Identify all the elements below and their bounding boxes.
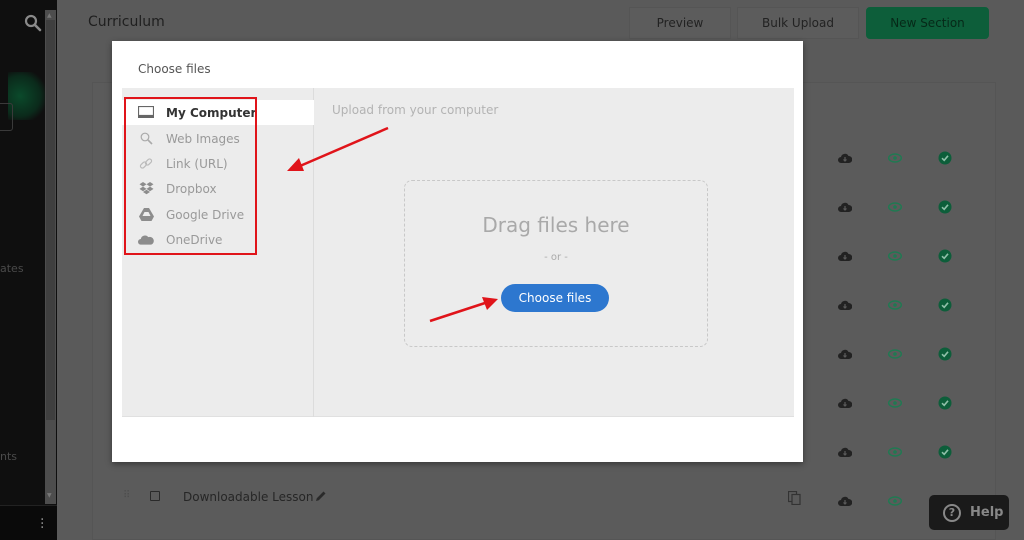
check-circle-icon[interactable] [938, 347, 952, 361]
cloud-download-icon[interactable] [838, 202, 852, 212]
check-circle-icon[interactable] [938, 445, 952, 459]
scroll-down-icon[interactable]: ▼ [47, 492, 52, 499]
eye-icon[interactable] [888, 447, 902, 457]
upload-hint: Upload from your computer [332, 103, 499, 117]
help-label: Help [970, 505, 1004, 520]
modal-title: Choose files [138, 62, 211, 76]
choose-files-button[interactable]: Choose files [501, 284, 609, 312]
upload-pane: Upload from your computer Drag files her… [315, 88, 794, 417]
cloud-download-icon[interactable] [838, 496, 852, 506]
annotation-highlight-box [124, 97, 257, 255]
cloud-download-icon[interactable] [838, 251, 852, 261]
sidebar-footer [0, 505, 57, 540]
page-title: Curriculum [88, 14, 165, 30]
edit-pencil-icon[interactable] [315, 490, 327, 502]
check-circle-icon[interactable] [938, 396, 952, 410]
bulk-upload-button[interactable]: Bulk Upload [737, 7, 859, 39]
left-sidebar: ates nts ▲ ▼ · · · [0, 0, 57, 540]
eye-icon[interactable] [888, 398, 902, 408]
lesson-name[interactable]: Downloadable Lesson [183, 490, 313, 504]
more-options-icon[interactable]: · · · [40, 513, 44, 535]
drag-files-text: Drag files here [482, 213, 630, 237]
cloud-download-icon[interactable] [838, 398, 852, 408]
lesson-row-actions [835, 396, 965, 412]
avatar-glow [8, 72, 48, 120]
lesson-row-actions [835, 151, 965, 167]
lesson-row-actions [835, 249, 965, 265]
check-circle-icon[interactable] [938, 151, 952, 165]
lesson-row-actions [835, 445, 965, 461]
lesson-checkbox[interactable] [150, 491, 160, 501]
sidebar-item-label[interactable]: nts [0, 450, 17, 463]
eye-icon[interactable] [888, 300, 902, 310]
preview-button[interactable]: Preview [629, 7, 731, 39]
cloud-download-icon[interactable] [838, 349, 852, 359]
sidebar-box[interactable] [0, 103, 13, 131]
cloud-download-icon[interactable] [838, 300, 852, 310]
sidebar-scroll-thumb[interactable] [46, 20, 55, 420]
check-circle-icon[interactable] [938, 200, 952, 214]
drop-zone[interactable]: Drag files here - or - Choose files [404, 180, 708, 347]
lesson-row-actions [835, 200, 965, 216]
copy-icon[interactable] [788, 491, 801, 505]
check-circle-icon[interactable] [938, 249, 952, 263]
drag-handle-icon[interactable]: ⠿ [123, 490, 130, 501]
help-button[interactable]: ? Help [929, 495, 1009, 530]
scroll-up-icon[interactable]: ▲ [47, 12, 52, 19]
check-circle-icon[interactable] [938, 298, 952, 312]
eye-icon[interactable] [888, 496, 902, 506]
lesson-row[interactable]: ⠿ Downloadable Lesson [120, 488, 820, 508]
sidebar-item-label[interactable]: ates [0, 262, 24, 275]
eye-icon[interactable] [888, 202, 902, 212]
lesson-row-actions [835, 347, 965, 363]
lesson-row-actions [835, 298, 965, 314]
or-separator: - or - [544, 252, 568, 263]
eye-icon[interactable] [888, 251, 902, 261]
search-icon[interactable] [24, 14, 42, 32]
eye-icon[interactable] [888, 349, 902, 359]
cloud-download-icon[interactable] [838, 447, 852, 457]
eye-icon[interactable] [888, 153, 902, 163]
new-section-button[interactable]: New Section [866, 7, 989, 39]
cloud-download-icon[interactable] [838, 153, 852, 163]
help-question-icon: ? [943, 503, 961, 522]
